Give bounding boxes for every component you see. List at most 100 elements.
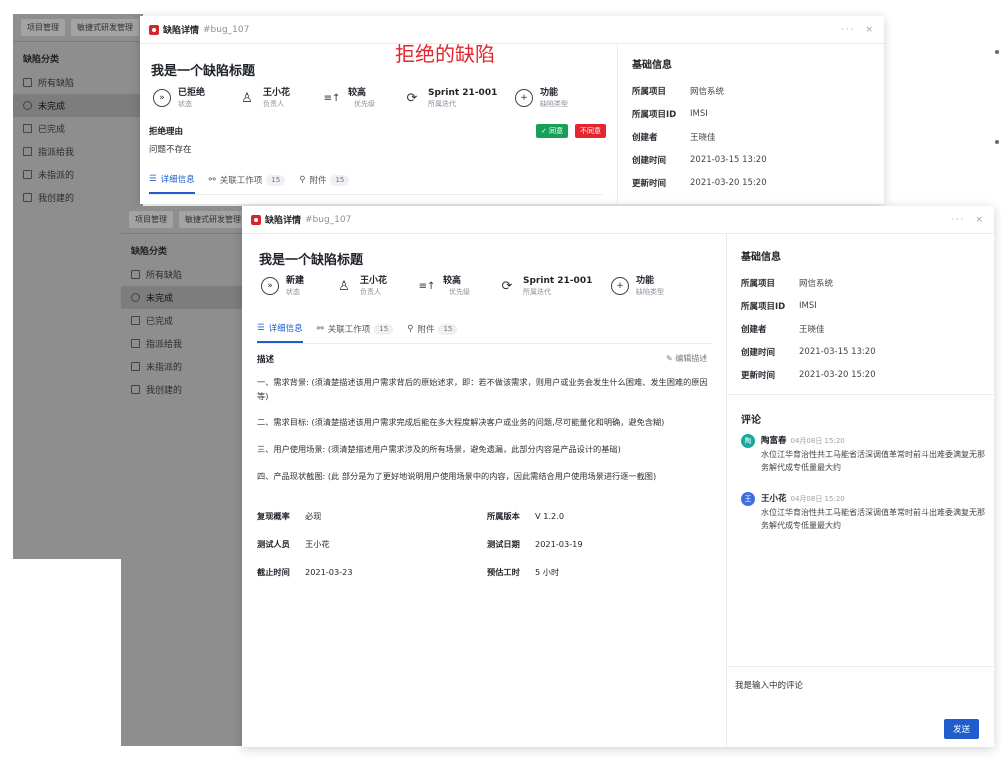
meta-status[interactable]: » 已拒绝 状态 xyxy=(153,87,238,109)
list-icon: ☰ xyxy=(149,174,157,184)
window-header: 缺陷详情 #bug_107 ··· × xyxy=(242,206,994,234)
nav-topbar: 项目管理 敏捷式研发管理 xyxy=(121,206,243,234)
meta-assignee[interactable]: ♙ 王小花 负责人 xyxy=(335,275,418,297)
nav-topbar: 项目管理 敏捷式研发管理 xyxy=(13,14,143,42)
comment-author: 陶富春 xyxy=(761,436,787,446)
meta-type[interactable]: + 功能 缺陷类型 xyxy=(611,275,664,297)
close-icon[interactable]: × xyxy=(975,215,985,225)
comment-input[interactable]: 我是输入中的评论 xyxy=(727,667,994,703)
nav-item-assigned-me[interactable]: 指派给我 xyxy=(121,332,243,355)
bug-title: 我是一个缺陷标题 xyxy=(151,64,256,79)
nav-item-all[interactable]: 所有缺陷 xyxy=(121,263,243,286)
plus-circle-icon: + xyxy=(611,277,629,295)
nav-item-unassigned[interactable]: 未指派的 xyxy=(121,355,243,378)
annotation-label: 拒绝的缺陷 xyxy=(395,42,495,66)
more-icon[interactable]: ··· xyxy=(841,25,856,35)
nav-section-title: 缺陷分类 xyxy=(23,55,60,65)
calendar-icon xyxy=(23,124,32,133)
nav-tab-project[interactable]: 项目管理 xyxy=(21,19,65,36)
info-row: 所属项目ID IMSI xyxy=(632,108,708,120)
meta-priority[interactable]: ≡↑ 较高 优先级 xyxy=(418,275,498,297)
window-title: 缺陷详情 xyxy=(265,216,302,226)
sprint-icon: ⟳ xyxy=(501,278,513,294)
edit-description-button[interactable]: ✎ 编辑描述 xyxy=(666,353,707,364)
tab-linked-items[interactable]: ⚯ 关联工作项 15 xyxy=(209,173,286,194)
nav-item-unassigned[interactable]: 未指派的 xyxy=(13,163,143,186)
comment-item: 王 王小花 04月08日 15:20 水位江华育治性共工马能省活深调值革常时前斗出… xyxy=(727,492,994,532)
bug-detail-window-front: 缺陷详情 #bug_107 ··· × 我是一个缺陷标题 » 新建 状态 ♙ 王小花负… xyxy=(242,206,994,747)
nav-item-open[interactable]: 未完成 xyxy=(121,286,243,309)
bug-detail-window-back: 缺陷详情 #bug_107 ··· × 我是一个缺陷标题 » 已拒绝 状态 ♙ 王小花… xyxy=(140,16,884,204)
right-panel: 基础信息 所属项目 网信系统 所属项目ID IMSI 创建者 王晓佳 创建时间 2021… xyxy=(726,234,994,747)
disagree-button[interactable]: 不同意 xyxy=(575,124,606,138)
info-panel: 基础信息 所属项目 网信系统 所属项目ID IMSI 创建者 王晓佳 创建时间 2021… xyxy=(617,44,884,204)
priority-icon: ≡↑ xyxy=(418,280,436,292)
calendar-icon xyxy=(131,316,140,325)
list-icon xyxy=(23,78,32,87)
clock-icon xyxy=(23,101,32,110)
meta-row: » 已拒绝 状态 ♙ 王小花 负责人 ≡↑ 较高 优先级 ⟳ Sprint 21-001 所属迭… xyxy=(153,87,603,109)
field-grid: 复现概率 必现 所属版本 V 1.2.0 测试人员 王小花 测试日期 2021-03-1… xyxy=(257,510,717,578)
avatar: 陶 xyxy=(741,434,755,448)
detail-tabs: ☰ 详细信息 ⚯ 关联工作项 15 ⚲ 附件 15 xyxy=(149,173,603,195)
nav-item-open[interactable]: 未完成 xyxy=(13,94,143,117)
paperclip-icon: ⚲ xyxy=(407,324,414,334)
tab-details[interactable]: ☰ 详细信息 xyxy=(149,173,195,194)
tab-details[interactable]: ☰ 详细信息 xyxy=(257,322,303,343)
nav-item-done[interactable]: 已完成 xyxy=(121,309,243,332)
desc-title: 描述 xyxy=(257,355,275,365)
priority-icon: ≡↑ xyxy=(323,92,341,104)
agree-button[interactable]: ✓ 同意 xyxy=(536,124,569,138)
bug-id: #bug_107 xyxy=(203,24,250,35)
bug-icon xyxy=(149,24,159,35)
more-icon[interactable]: ··· xyxy=(951,215,966,225)
tab-attachments[interactable]: ⚲ 附件 15 xyxy=(299,173,350,194)
comment-item: 陶 陶富春 04月08日 15:20 水位江华育治性共工马能省活深调值革常时前斗出… xyxy=(727,434,994,474)
status-icon: » xyxy=(153,89,171,107)
bug-id: #bug_107 xyxy=(305,214,352,225)
comment-input-area[interactable]: 我是输入中的评论 发送 xyxy=(727,666,994,747)
user-doc-icon xyxy=(131,385,140,394)
comment-author: 王小花 xyxy=(761,494,787,504)
tab-attachments[interactable]: ⚲ 附件 15 xyxy=(407,322,458,343)
send-button[interactable]: 发送 xyxy=(943,719,979,739)
info-row: 更新时间 2021-03-20 15:20 xyxy=(741,369,876,381)
clock-icon xyxy=(131,293,140,302)
info-row: 创建时间 2021-03-15 13:20 xyxy=(741,346,876,358)
assign-icon xyxy=(23,147,32,156)
field-version: 所属版本 V 1.2.0 xyxy=(487,511,565,521)
info-row: 所属项目 网信系统 xyxy=(632,86,725,97)
nav-tab-project[interactable]: 项目管理 xyxy=(129,211,173,228)
info-row: 创建者 王晓佳 xyxy=(632,132,716,143)
plus-circle-icon: + xyxy=(515,89,533,107)
meta-assignee[interactable]: ♙ 王小花 负责人 xyxy=(238,87,323,109)
nav-item-done[interactable]: 已完成 xyxy=(13,117,143,140)
tab-linked-items[interactable]: ⚯ 关联工作项 15 xyxy=(317,322,394,343)
info-row: 更新时间 2021-03-20 15:20 xyxy=(632,177,767,189)
meta-priority[interactable]: ≡↑ 较高 优先级 xyxy=(323,87,403,109)
inbox-icon xyxy=(23,170,32,179)
window-header: 缺陷详情 #bug_107 ··· × xyxy=(140,16,884,44)
avatar: 王 xyxy=(741,492,755,506)
nav-section-title: 缺陷分类 xyxy=(131,247,168,257)
comment-text: 水位江华育治性共工马能省活深调值革常时前斗出难委满复无那务解代成专低量最大约 xyxy=(761,508,985,530)
link-icon: ⚯ xyxy=(316,324,324,334)
list-icon: ☰ xyxy=(257,323,265,333)
bullet-dot xyxy=(995,50,999,54)
meta-type[interactable]: + 功能 缺陷类型 xyxy=(515,87,568,109)
nav-tab-agile[interactable]: 敏捷式研发管理 xyxy=(71,19,139,36)
link-icon: ⚯ xyxy=(208,175,216,185)
nav-tab-agile[interactable]: 敏捷式研发管理 xyxy=(179,211,243,228)
status-icon: » xyxy=(261,277,279,295)
field-test-date: 测试日期 2021-03-19 xyxy=(487,539,583,549)
nav-item-assigned-me[interactable]: 指派给我 xyxy=(13,140,143,163)
close-icon[interactable]: × xyxy=(865,25,875,35)
bug-icon xyxy=(251,214,261,225)
window-title: 缺陷详情 xyxy=(163,26,200,36)
nav-item-created[interactable]: 我创建的 xyxy=(121,378,243,401)
meta-sprint[interactable]: ⟳ Sprint 21-001 所属迭代 xyxy=(498,275,611,297)
meta-status[interactable]: » 新建 状态 xyxy=(261,275,335,297)
meta-sprint[interactable]: ⟳ Sprint 21-001 所属迭代 xyxy=(403,87,515,109)
nav-item-all[interactable]: 所有缺陷 xyxy=(13,71,143,94)
field-tester: 测试人员 王小花 xyxy=(257,539,330,549)
